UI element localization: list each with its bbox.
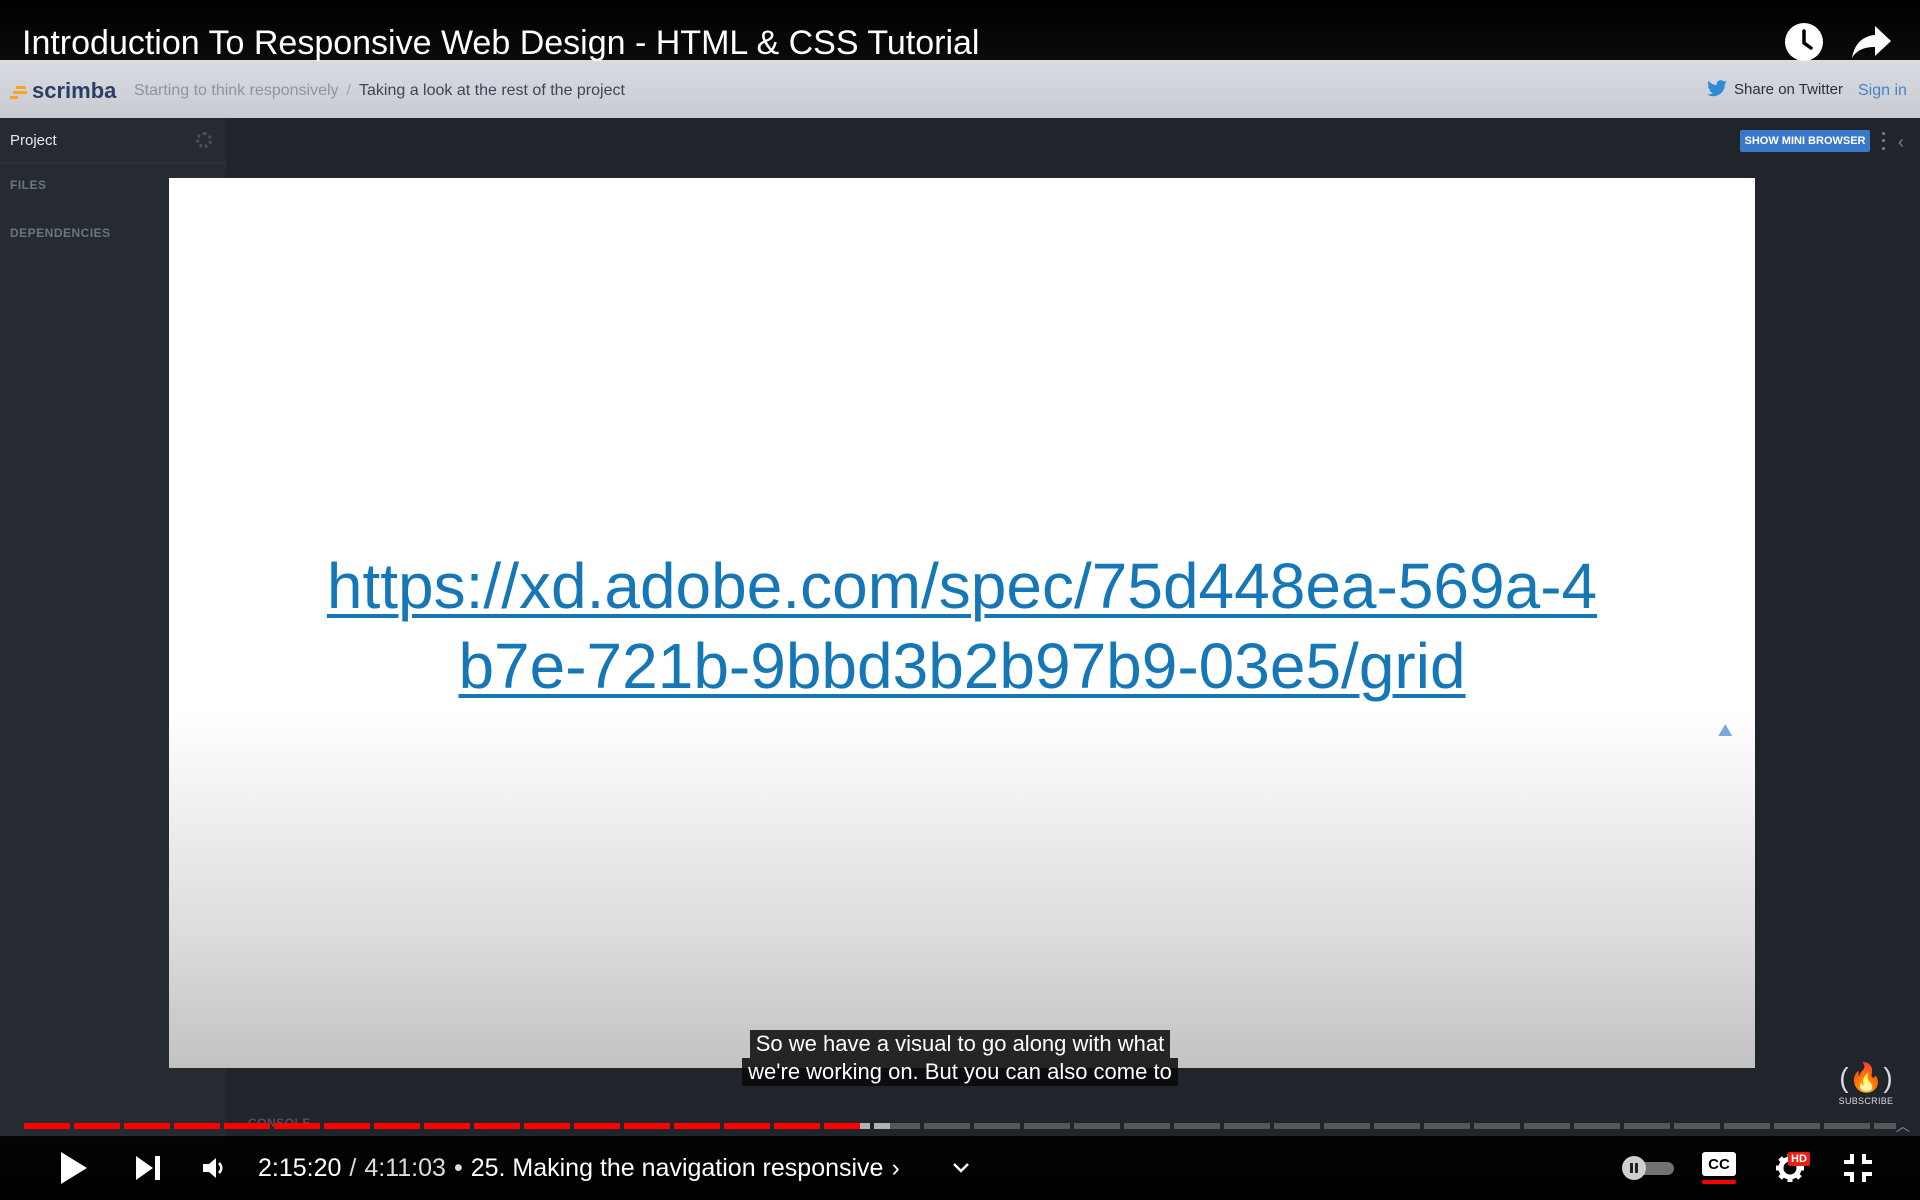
exit-fullscreen-button[interactable] bbox=[1838, 1136, 1878, 1200]
mouse-cursor-icon bbox=[1718, 723, 1736, 743]
subscribe-label: SUBSCRIBE bbox=[1838, 1096, 1894, 1106]
current-time: 2:15:20 bbox=[258, 1153, 342, 1182]
link-line-1: https://xd.adobe.com/spec/75d448ea-569a-… bbox=[326, 550, 1598, 622]
caption-line-2: we're working on. But you can also come … bbox=[742, 1058, 1178, 1086]
scrimba-logo[interactable]: scrimba bbox=[10, 78, 116, 104]
breadcrumb-course[interactable]: Starting to think responsively bbox=[134, 82, 339, 100]
gear-icon[interactable] bbox=[196, 132, 212, 148]
exit-fullscreen-icon bbox=[1844, 1154, 1872, 1182]
video-frame[interactable]: Introduction To Responsive Web Design - … bbox=[0, 0, 1920, 1200]
chapter-title-button[interactable]: 25. Making the navigation responsive bbox=[471, 1154, 884, 1183]
hd-badge: HD bbox=[1788, 1152, 1810, 1166]
time-separator: / bbox=[349, 1153, 357, 1182]
time-display: 2:15:20 / 4:11:03 • 25. Making the navig… bbox=[258, 1136, 900, 1200]
clock-icon bbox=[1785, 23, 1823, 61]
chevron-left-icon[interactable]: ‹ bbox=[1898, 132, 1904, 153]
more-options-icon[interactable] bbox=[1878, 130, 1888, 152]
scrimba-logo-icon bbox=[10, 84, 28, 99]
scrimba-header: scrimba Starting to think responsively /… bbox=[0, 60, 1920, 118]
sidebar-item-files[interactable]: FILES bbox=[10, 178, 47, 192]
volume-icon bbox=[203, 1158, 223, 1178]
share-arrow-icon bbox=[1852, 26, 1891, 58]
sidebar-item-dependencies[interactable]: DEPENDENCIES bbox=[10, 226, 111, 240]
settings-button[interactable] bbox=[1770, 1136, 1810, 1200]
progress-played bbox=[24, 1123, 860, 1129]
freecodecamp-logo-icon: (🔥) bbox=[1839, 1062, 1893, 1093]
duration: 4:11:03 bbox=[364, 1153, 446, 1182]
twitter-bird-icon bbox=[1707, 80, 1727, 97]
adobe-xd-spec-link[interactable]: https://xd.adobe.com/spec/75d448ea-569a-… bbox=[169, 546, 1755, 706]
cc-icon: CC bbox=[1702, 1152, 1736, 1176]
project-label: Project bbox=[10, 132, 57, 149]
share-label: Share on Twitter bbox=[1734, 80, 1843, 98]
chevron-down-icon bbox=[953, 1163, 969, 1173]
chapters-dropdown-button[interactable] bbox=[946, 1136, 976, 1200]
show-mini-browser-button[interactable]: SHOW MINI BROWSER bbox=[1740, 130, 1870, 152]
slide-overlay: https://xd.adobe.com/spec/75d448ea-569a-… bbox=[169, 178, 1755, 1068]
next-button[interactable] bbox=[128, 1136, 168, 1200]
sign-in-link[interactable]: Sign in bbox=[1858, 82, 1907, 100]
mute-button[interactable] bbox=[196, 1136, 232, 1200]
autoplay-toggle[interactable] bbox=[1622, 1156, 1676, 1180]
chevron-right-icon[interactable]: › bbox=[891, 1154, 899, 1183]
progress-bar[interactable] bbox=[24, 1123, 1896, 1129]
link-line-2: b7e-721b-9bbd3b2b97b9-03e5/grid bbox=[458, 630, 1466, 702]
share-on-twitter-button[interactable]: Share on Twitter bbox=[1706, 80, 1843, 98]
chapter-separator: • bbox=[453, 1153, 463, 1182]
chevron-up-icon[interactable]: ︿ bbox=[1896, 1116, 1910, 1136]
share-button[interactable] bbox=[1850, 20, 1894, 64]
watch-later-button[interactable] bbox=[1782, 20, 1826, 64]
breadcrumb: Starting to think responsively / Taking … bbox=[134, 82, 625, 100]
caption-line-1: So we have a visual to go along with wha… bbox=[749, 1030, 1171, 1058]
breadcrumb-lesson: Taking a look at the rest of the project bbox=[359, 82, 625, 99]
video-title[interactable]: Introduction To Responsive Web Design - … bbox=[22, 24, 979, 63]
channel-subscribe-watermark[interactable]: (🔥) SUBSCRIBE bbox=[1838, 1060, 1894, 1110]
play-icon bbox=[61, 1152, 87, 1184]
sidebar-divider bbox=[0, 162, 226, 163]
cc-active-indicator bbox=[1702, 1180, 1736, 1184]
breadcrumb-separator: / bbox=[346, 82, 351, 99]
subtitles-button[interactable]: CC bbox=[1702, 1152, 1738, 1184]
player-controls: 2:15:20 / 4:11:03 • 25. Making the navig… bbox=[0, 1136, 1920, 1200]
pause-icon bbox=[1622, 1156, 1646, 1180]
skip-next-icon bbox=[136, 1156, 160, 1180]
scrimba-logo-text: scrimba bbox=[32, 78, 117, 103]
video-title-bar: Introduction To Responsive Web Design - … bbox=[0, 0, 1920, 63]
play-button[interactable] bbox=[52, 1136, 96, 1200]
captions: So we have a visual to go along with wha… bbox=[0, 1030, 1920, 1086]
